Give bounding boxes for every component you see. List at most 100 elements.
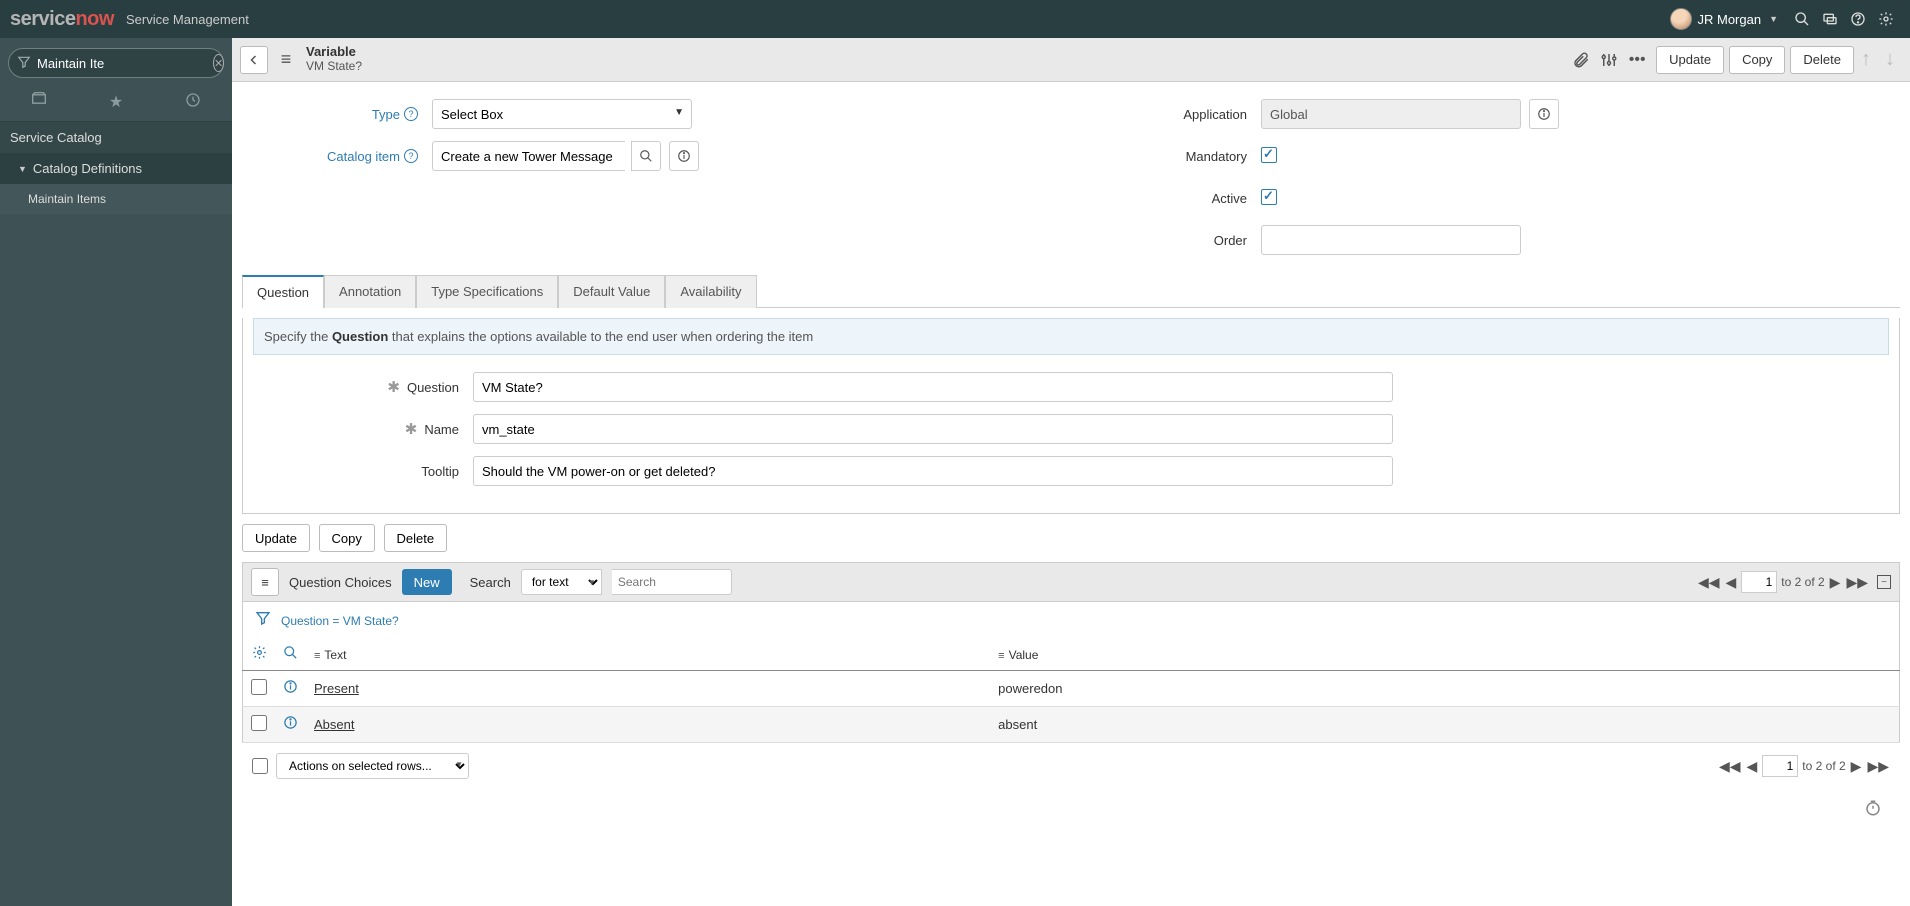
list-search-input[interactable] [612,569,732,595]
tab-type-specifications[interactable]: Type Specifications [416,275,558,308]
col-text[interactable]: ≡Text [306,639,990,671]
prev-page-icon[interactable]: ◀ [1746,758,1759,775]
col-value[interactable]: ≡Value [990,639,1899,671]
table-row: Present poweredon [243,671,1900,707]
breadcrumb[interactable]: Question = VM State? [281,614,399,628]
preview-icon[interactable] [283,681,298,698]
nav-filter[interactable]: ✕ [8,48,224,78]
history-icon[interactable] [155,92,232,113]
select-all-checkbox[interactable] [252,758,268,774]
caret-down-icon: ▼ [1769,14,1778,24]
update-button[interactable]: Update [1656,46,1724,74]
choices-table: ≡Text ≡Value Present poweredon Absent ab… [242,639,1900,743]
search-column-icon[interactable] [283,647,298,664]
preview-icon[interactable] [669,141,699,171]
catalog-item-label[interactable]: Catalog item ? [242,149,432,164]
type-label[interactable]: Type ? [242,107,432,122]
first-page-icon[interactable]: ◀◀ [1697,574,1721,591]
catalog-item-input[interactable] [432,141,625,171]
mandatory-checkbox[interactable] [1261,147,1277,163]
collapse-icon[interactable]: − [1877,575,1891,589]
help-icon[interactable] [1844,5,1872,33]
tab-availability[interactable]: Availability [665,275,756,308]
row-checkbox[interactable] [251,679,267,695]
form-title-block: Variable VM State? [306,45,362,74]
main-content: ≡ Variable VM State? ••• Update Copy Del… [232,38,1910,906]
nav-section-service-catalog[interactable]: Service Catalog [0,122,232,153]
user-menu[interactable]: JR Morgan ▼ [1670,8,1779,30]
global-search-icon[interactable] [1788,5,1816,33]
form-body: Type ? Select Box Catalog item [232,82,1910,842]
personalize-icon[interactable] [1595,46,1623,74]
settings-icon[interactable] [1872,5,1900,33]
next-page-icon[interactable]: ▶ [1829,574,1842,591]
clear-filter-icon[interactable]: ✕ [213,54,224,72]
col-menu-icon: ≡ [314,650,320,662]
order-input[interactable] [1261,225,1521,255]
response-time-icon[interactable] [242,789,1900,832]
question-input[interactable] [473,372,1393,402]
favorites-icon[interactable]: ★ [78,92,155,113]
page-input-bottom[interactable] [1762,755,1798,777]
tooltip-input[interactable] [473,456,1393,486]
all-apps-icon[interactable] [0,92,77,113]
row-checkbox[interactable] [251,715,267,731]
row-text-link[interactable]: Present [314,681,359,696]
first-page-icon[interactable]: ◀◀ [1718,758,1742,775]
logo-text-1: service [10,8,75,30]
attachment-icon[interactable] [1567,46,1595,74]
type-select[interactable]: Select Box [432,99,692,129]
tooltip-label: Tooltip [253,464,473,479]
search-field-select[interactable]: for text [521,569,602,595]
funnel-icon [17,55,31,72]
logo-text-2: now [75,8,114,30]
nav-filter-input[interactable] [37,56,213,71]
new-button[interactable]: New [402,569,452,595]
product-name: Service Management [126,12,249,27]
chat-icon[interactable] [1816,5,1844,33]
copy-button[interactable]: Copy [1729,46,1785,74]
update-button-bottom[interactable]: Update [242,524,310,552]
filter-funnel-icon[interactable] [255,610,271,631]
form-title: Variable [306,45,362,60]
row-value: absent [990,707,1899,743]
personalize-list-icon[interactable] [252,647,267,664]
prev-record-icon[interactable]: ↑ [1854,46,1878,74]
copy-button-bottom[interactable]: Copy [319,524,375,552]
prev-page-icon[interactable]: ◀ [1725,574,1738,591]
help-icon[interactable]: ? [404,107,418,121]
help-icon[interactable]: ? [404,149,418,163]
mandatory-label: Mandatory [1071,149,1261,164]
table-row: Absent absent [243,707,1900,743]
last-page-icon[interactable]: ▶▶ [1845,574,1869,591]
active-checkbox[interactable] [1261,189,1277,205]
back-button[interactable] [240,46,268,74]
nav-sub-catalog-definitions[interactable]: ▼ Catalog Definitions [0,153,232,184]
tab-default-value[interactable]: Default Value [558,275,665,308]
row-text-link[interactable]: Absent [314,717,354,732]
tab-question[interactable]: Question [242,275,324,308]
question-label: ✱Question [253,378,473,396]
nav-leaf-maintain-items[interactable]: Maintain Items [0,184,232,214]
page-range: to 2 of 2 [1781,575,1824,589]
next-record-icon[interactable]: ↓ [1878,46,1902,74]
delete-button-bottom[interactable]: Delete [384,524,448,552]
next-page-icon[interactable]: ▶ [1850,758,1863,775]
form-bottom-actions: Update Copy Delete [242,514,1900,562]
form-context-menu[interactable]: ≡ [272,46,300,74]
list-context-menu[interactable]: ≡ [251,568,279,596]
name-input[interactable] [473,414,1393,444]
app-info-icon[interactable] [1529,99,1559,129]
page-input[interactable] [1741,571,1777,593]
name-label: ✱Name [253,420,473,438]
active-label: Active [1071,191,1261,206]
user-name: JR Morgan [1698,12,1762,27]
actions-select[interactable]: Actions on selected rows... [276,753,469,779]
lookup-icon[interactable] [631,141,661,171]
logo[interactable]: servicenow [10,8,114,31]
tab-annotation[interactable]: Annotation [324,275,416,308]
preview-icon[interactable] [283,717,298,734]
more-icon[interactable]: ••• [1623,46,1651,74]
delete-button[interactable]: Delete [1790,46,1854,74]
last-page-icon[interactable]: ▶▶ [1866,758,1890,775]
